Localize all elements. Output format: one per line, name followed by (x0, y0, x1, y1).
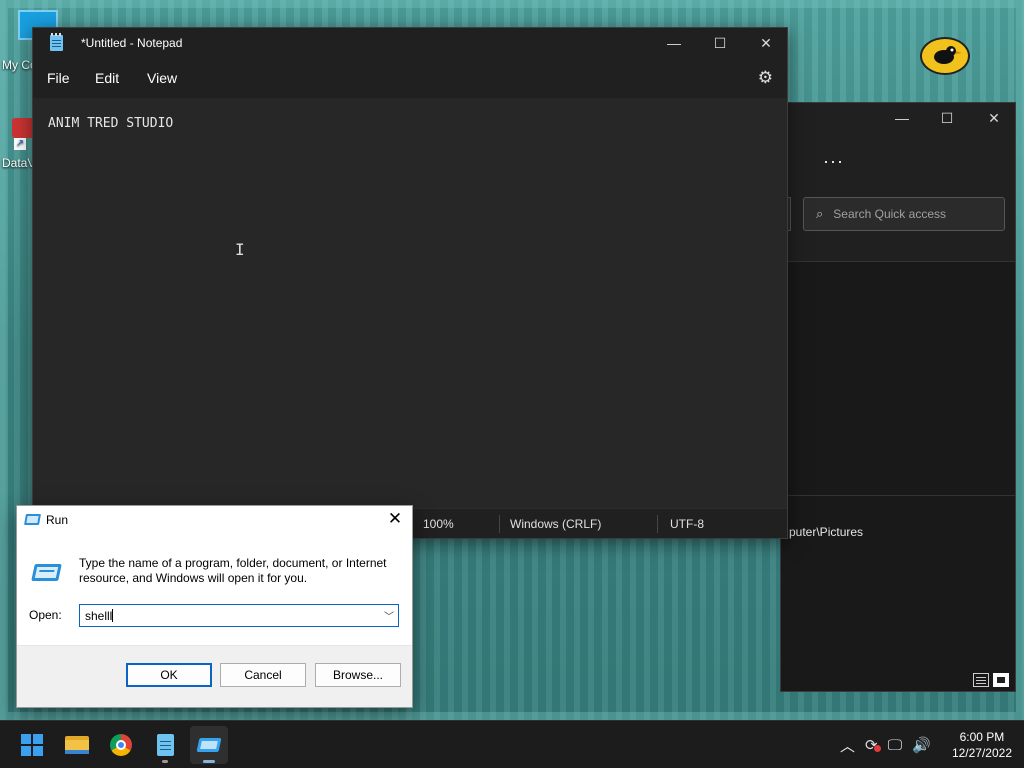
taskbar-run[interactable] (190, 726, 228, 764)
desktop-icon-datav[interactable]: ↗ DataV (2, 118, 35, 170)
ok-button[interactable]: OK (126, 663, 212, 687)
run-app-icon (24, 514, 41, 525)
explorer-titlebar[interactable]: — ☐ ✕ (781, 103, 1015, 133)
close-icon[interactable]: ✕ (743, 28, 789, 58)
minimize-icon[interactable]: — (879, 103, 925, 133)
taskbar-chrome[interactable] (102, 726, 140, 764)
open-combobox[interactable]: shelll ﹀ (79, 604, 399, 627)
notepad-app-icon (50, 33, 63, 51)
window-title: *Untitled - Notepad (81, 36, 183, 50)
run-button-bar: OK Cancel Browse... (17, 645, 412, 707)
clock-time: 6:00 PM (959, 730, 1005, 744)
dialog-title: Run (46, 513, 69, 527)
start-button[interactable] (13, 726, 51, 764)
notepad-icon (156, 734, 174, 756)
run-titlebar[interactable]: Run ✕ (17, 506, 412, 534)
chevron-up-icon[interactable]: ︿ (840, 735, 855, 756)
maximize-icon[interactable]: ☐ (924, 103, 970, 133)
taskbar-file-explorer[interactable] (58, 726, 96, 764)
editor-text: ANIM TRED STUDIO (48, 116, 174, 131)
chevron-down-icon[interactable]: ﹀ (380, 608, 398, 623)
notepad-titlebar[interactable]: *Untitled - Notepad — ☐ ✕ (33, 28, 787, 58)
windows-start-icon (21, 734, 43, 756)
system-tray: ︿ ⟳ 🖵 🔊 (840, 721, 931, 768)
bird-logo-icon (920, 37, 970, 75)
explorer-toolbar: ··· (781, 141, 1015, 181)
settings-gear-icon[interactable]: ⚙ (758, 68, 773, 88)
menu-bar: File Edit View ⚙ (33, 58, 787, 98)
shortcut-arrow-icon: ↗ (14, 138, 26, 150)
notepad-window[interactable]: *Untitled - Notepad — ☐ ✕ File Edit View… (32, 27, 788, 539)
cancel-button[interactable]: Cancel (220, 663, 306, 687)
shortcut-app-icon: ↗ (12, 118, 34, 150)
file-explorer-window[interactable]: — ☐ ✕ ··· ⌕ Search Quick access puter\Pi… (780, 102, 1016, 692)
minimize-icon[interactable]: — (651, 28, 697, 58)
view-toggle-group (973, 673, 1009, 687)
explorer-content-area[interactable] (781, 262, 1015, 691)
network-icon[interactable]: 🖵 (888, 737, 902, 754)
browse-button[interactable]: Browse... (315, 663, 401, 687)
run-description: Type the name of a program, folder, docu… (79, 556, 387, 585)
file-explorer-icon (65, 736, 89, 754)
zoom-level: 100% (423, 517, 454, 531)
menu-edit[interactable]: Edit (95, 70, 119, 86)
run-large-icon (31, 564, 62, 581)
close-icon[interactable]: ✕ (384, 508, 406, 530)
text-cursor-icon: I (235, 240, 245, 259)
large-icons-view-icon[interactable] (993, 673, 1009, 687)
open-label: Open: (29, 608, 62, 622)
menu-file[interactable]: File (47, 70, 70, 86)
divider (781, 495, 1015, 496)
taskbar-notepad[interactable] (146, 726, 184, 764)
close-icon[interactable]: ✕ (971, 103, 1017, 133)
line-endings: Windows (CRLF) (510, 517, 602, 531)
search-input[interactable]: ⌕ Search Quick access (803, 197, 1005, 231)
chrome-icon (110, 734, 132, 756)
encoding: UTF-8 (670, 517, 704, 531)
open-input[interactable]: shelll (80, 609, 380, 623)
text-editor[interactable]: ANIM TRED STUDIO (33, 98, 787, 508)
run-dialog[interactable]: Run ✕ Type the name of a program, folder… (16, 505, 413, 708)
run-icon (196, 738, 222, 752)
search-icon: ⌕ (816, 206, 824, 221)
taskbar: ︿ ⟳ 🖵 🔊 6:00 PM 12/27/2022 (0, 720, 1024, 768)
details-view-icon[interactable] (973, 673, 989, 687)
desktop-icon-label: DataV (2, 156, 36, 170)
more-options-button[interactable]: ··· (823, 151, 844, 172)
menu-view[interactable]: View (147, 70, 177, 86)
folder-path-text: puter\Pictures (789, 525, 864, 539)
maximize-icon[interactable]: ☐ (697, 28, 743, 58)
taskbar-clock[interactable]: 6:00 PM 12/27/2022 (952, 729, 1012, 761)
clock-date: 12/27/2022 (951, 746, 1012, 760)
volume-icon[interactable]: 🔊 (912, 736, 931, 754)
sync-icon[interactable]: ⟳ (865, 736, 881, 754)
divider (657, 515, 658, 533)
divider (499, 515, 500, 533)
search-placeholder: Search Quick access (833, 207, 946, 221)
